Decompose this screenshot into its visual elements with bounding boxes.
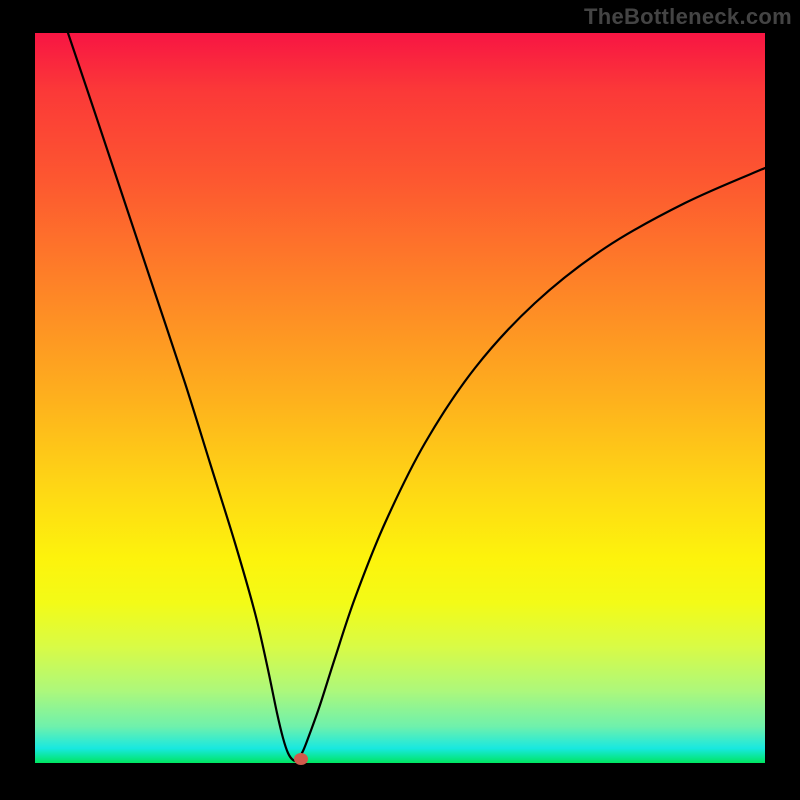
chart-frame: TheBottleneck.com: [0, 0, 800, 800]
minimum-marker-icon: [294, 753, 308, 765]
attribution-text: TheBottleneck.com: [584, 4, 792, 30]
bottleneck-curve: [35, 33, 765, 763]
plot-area: [35, 33, 765, 763]
